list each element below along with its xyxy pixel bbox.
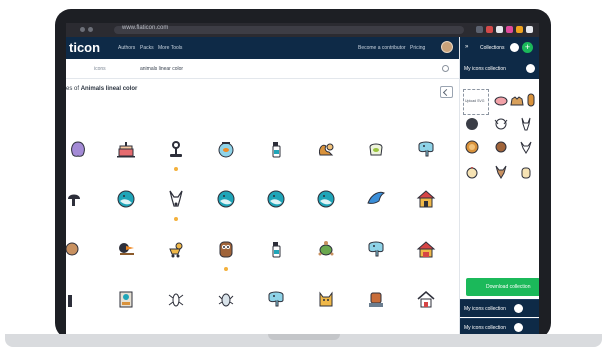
- collection-item-name: My icons collection: [464, 325, 506, 331]
- snail-icon[interactable]: [66, 239, 86, 259]
- hen-icon[interactable]: [465, 165, 479, 179]
- cat-icon[interactable]: [316, 289, 336, 309]
- fishbowl-icon[interactable]: [216, 139, 236, 159]
- collection-panel-header: » Collections +: [460, 37, 539, 59]
- page-title: es of Animals lineal color: [66, 86, 137, 92]
- pet-spray-icon[interactable]: [266, 139, 286, 159]
- insect-icon[interactable]: [166, 289, 186, 309]
- pet-toy-icon[interactable]: [166, 139, 186, 159]
- dolphin-icon[interactable]: [366, 189, 386, 209]
- pet-house-icon[interactable]: [416, 289, 436, 309]
- extension-icons: [476, 26, 533, 33]
- purple-creature-icon[interactable]: [68, 139, 88, 159]
- premium-star-icon: [174, 217, 178, 221]
- dog-house-icon[interactable]: [416, 189, 436, 209]
- window-controls: [80, 27, 93, 32]
- stage: www.flaticon.com ticon Authors Packs Mor…: [0, 0, 607, 350]
- squirrel-icon[interactable]: [316, 139, 336, 159]
- upload-svg-label: Upload SVG: [465, 99, 485, 103]
- donkey-icon[interactable]: [519, 117, 533, 131]
- search-input[interactable]: animals linear color: [140, 66, 183, 72]
- mushroom-icon[interactable]: [66, 189, 86, 209]
- collection-panel-title: Collections: [480, 45, 505, 51]
- goat-icon[interactable]: [519, 140, 533, 154]
- close-panel-icon[interactable]: »: [465, 44, 468, 50]
- lion-icon[interactable]: [465, 140, 479, 154]
- elephant-icon[interactable]: [266, 289, 286, 309]
- pet-book-icon[interactable]: [116, 289, 136, 309]
- nav-link-contributor[interactable]: Become a contributor: [358, 45, 406, 51]
- pet-spray-icon[interactable]: [266, 239, 286, 259]
- laptop-notch: [268, 334, 340, 340]
- premium-star-icon: [224, 267, 228, 271]
- duck-pull-toy-icon[interactable]: [166, 239, 186, 259]
- blue-bird-icon[interactable]: [116, 189, 136, 209]
- blue-bird-icon[interactable]: [316, 189, 336, 209]
- download-collection-button[interactable]: Download collection: [466, 278, 539, 296]
- nav-link-pricing[interactable]: Pricing: [410, 45, 425, 51]
- address-bar[interactable]: www.flaticon.com: [114, 25, 464, 34]
- address-bar-url: www.flaticon.com: [122, 25, 169, 31]
- icon-grid: [66, 103, 459, 334]
- extension-icon[interactable]: [516, 26, 523, 33]
- owl-icon[interactable]: [216, 239, 236, 259]
- collection-settings-icon[interactable]: [526, 64, 535, 73]
- forward-icon[interactable]: [88, 27, 93, 32]
- page-title-term: Animals lineal color: [80, 86, 138, 92]
- deer-icon[interactable]: [494, 165, 508, 179]
- cow-icon[interactable]: [494, 140, 508, 154]
- browser-toolbar: www.flaticon.com: [66, 23, 539, 37]
- extension-icon[interactable]: [526, 26, 533, 33]
- collection-panel: » Collections + My icons collection Uplo…: [459, 37, 539, 334]
- turtle-icon[interactable]: [316, 239, 336, 259]
- elephant-icon[interactable]: [416, 139, 436, 159]
- active-collection-header[interactable]: My icons collection: [460, 59, 539, 79]
- extension-icon[interactable]: [506, 26, 513, 33]
- user-avatar[interactable]: [441, 41, 453, 53]
- donkey-icon[interactable]: [166, 189, 186, 209]
- share-button[interactable]: [440, 86, 453, 98]
- search-bar: icons animals linear color: [66, 59, 459, 79]
- elephant-icon[interactable]: [366, 239, 386, 259]
- site-navbar: ticon Authors Packs More Tools Become a …: [66, 37, 459, 59]
- nav-link-packs[interactable]: Packs: [140, 45, 154, 51]
- fish-bag-icon[interactable]: [366, 139, 386, 159]
- active-collection-name: My icons collection: [464, 66, 506, 72]
- mole-icon[interactable]: [66, 289, 86, 309]
- dog-toy-icon[interactable]: [366, 289, 386, 309]
- download-collection-label: Download collection: [486, 284, 531, 290]
- collection-count-badge: [510, 43, 519, 52]
- upload-svg-dropzone[interactable]: Upload SVG: [463, 89, 489, 115]
- extension-icon[interactable]: [486, 26, 493, 33]
- toucan-icon[interactable]: [116, 239, 136, 259]
- blue-bird-icon[interactable]: [216, 189, 236, 209]
- collection-item[interactable]: My icons collection: [460, 299, 539, 317]
- back-icon[interactable]: [80, 27, 85, 32]
- dog-icon[interactable]: [494, 117, 508, 131]
- add-collection-button[interactable]: +: [522, 42, 533, 53]
- search-icon[interactable]: [442, 65, 449, 72]
- dog-house-icon[interactable]: [416, 239, 436, 259]
- nav-link-authors[interactable]: Authors: [118, 45, 135, 51]
- page-title-prefix: es of: [66, 86, 80, 92]
- laptop-screen: www.flaticon.com ticon Authors Packs Mor…: [66, 23, 539, 334]
- gorilla-icon[interactable]: [465, 117, 479, 131]
- birthday-cake-icon[interactable]: [116, 139, 136, 159]
- nav-link-more-tools[interactable]: More Tools: [158, 45, 182, 51]
- collection-item-name: My icons collection: [464, 306, 506, 312]
- pig-icon[interactable]: [494, 93, 508, 107]
- camel-icon[interactable]: [510, 93, 524, 107]
- bull-icon[interactable]: [519, 165, 533, 179]
- collection-settings-icon[interactable]: [514, 304, 523, 313]
- beetle-icon[interactable]: [216, 289, 236, 309]
- extension-icon[interactable]: [476, 26, 483, 33]
- blue-bird-icon[interactable]: [266, 189, 286, 209]
- collection-item[interactable]: My icons collection: [460, 318, 539, 334]
- extension-icon[interactable]: [496, 26, 503, 33]
- search-type-select[interactable]: icons: [94, 66, 106, 72]
- premium-star-icon: [174, 167, 178, 171]
- site-logo[interactable]: ticon: [69, 40, 100, 55]
- collection-settings-icon[interactable]: [514, 323, 523, 332]
- alpaca-icon[interactable]: [524, 93, 538, 107]
